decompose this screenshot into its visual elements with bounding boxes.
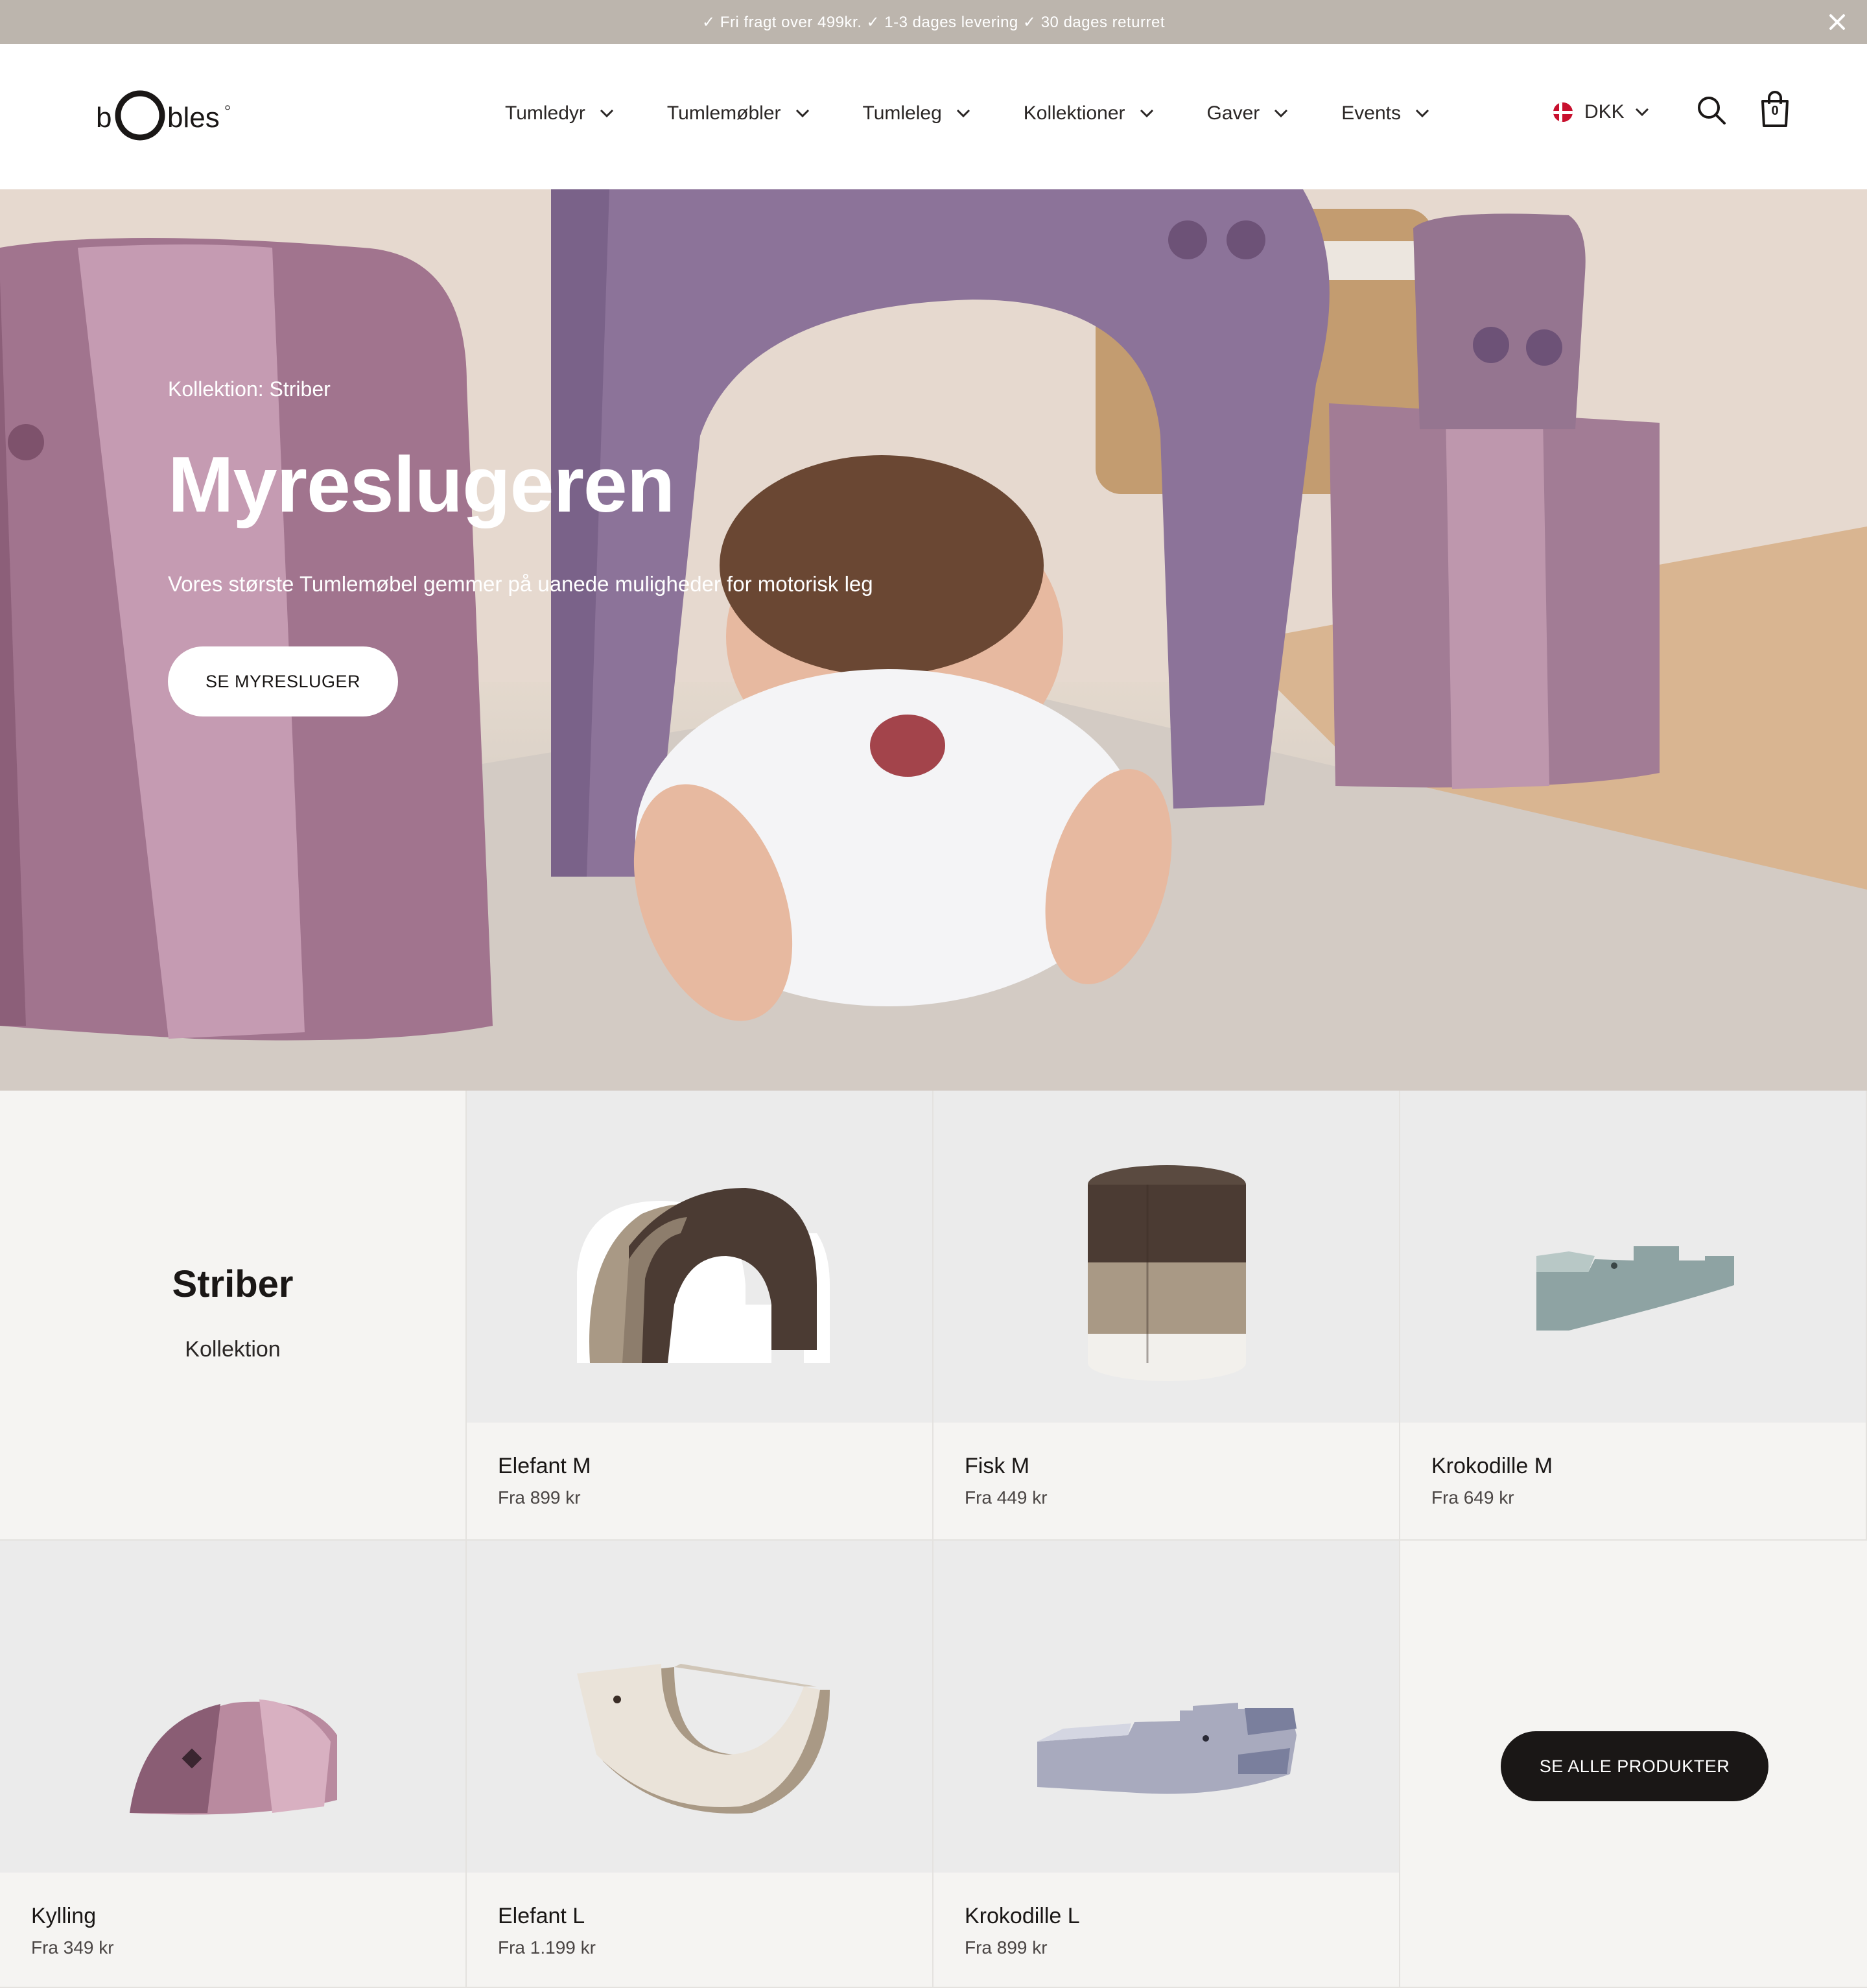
cart-button[interactable]: 0 — [1758, 89, 1792, 130]
nav-label: Kollektioner — [1023, 102, 1125, 124]
chevron-down-icon — [1415, 109, 1429, 118]
svg-text:bles: bles — [167, 102, 220, 134]
currency-selector[interactable]: DKK — [1553, 101, 1649, 123]
denmark-flag-icon — [1553, 102, 1573, 122]
crocodile-toy-image — [1536, 1246, 1734, 1331]
collection-card: Striber Kollektion — [0, 1091, 467, 1541]
svg-text:b: b — [96, 102, 112, 134]
elephant-toy-image — [577, 1188, 830, 1363]
nav-item-tumleleg[interactable]: Tumleleg — [863, 102, 970, 124]
product-image[interactable] — [934, 1091, 1399, 1423]
chevron-down-icon — [1635, 108, 1649, 117]
product-price: Fra 349 kr — [31, 1937, 114, 1958]
see-all-products-button[interactable]: SE ALLE PRODUKTER — [1501, 1731, 1768, 1801]
product-image[interactable] — [467, 1541, 932, 1873]
nav-label: Gaver — [1206, 102, 1260, 124]
nav-item-tumlemobler[interactable]: Tumlemøbler — [667, 102, 810, 124]
nav-label: Tumleleg — [862, 102, 942, 124]
product-grid: Striber Kollektion Elefant M Fra 899 kr — [0, 1091, 1867, 1988]
product-price: Fra 899 kr — [498, 1487, 581, 1508]
product-card[interactable]: Elefant M Fra 899 kr — [467, 1091, 934, 1541]
search-icon[interactable] — [1695, 93, 1728, 127]
product-card[interactable]: Krokodille M Fra 649 kr — [1400, 1091, 1867, 1541]
crocodile-large-toy-image — [1037, 1703, 1297, 1794]
hero-eyebrow: Kollektion: Striber — [168, 377, 331, 401]
product-name[interactable]: Fisk M — [965, 1454, 1029, 1479]
product-price: Fra 899 kr — [965, 1937, 1048, 1958]
nav-label: Events — [1341, 102, 1401, 124]
product-name[interactable]: Elefant L — [498, 1904, 585, 1929]
product-name[interactable]: Elefant M — [498, 1454, 591, 1479]
logo[interactable]: b bles — [96, 82, 232, 147]
chicken-toy-image — [130, 1699, 337, 1815]
product-card[interactable]: Krokodille L Fra 899 kr — [934, 1541, 1400, 1988]
main-nav: Tumledyr Tumlemøbler Tumleleg Kollektion… — [505, 102, 1483, 124]
nav-label: Tumledyr — [505, 102, 585, 124]
product-price: Fra 1.199 kr — [498, 1937, 596, 1958]
product-card[interactable]: Kylling Fra 349 kr — [0, 1541, 467, 1988]
hero-title: Myreslugeren — [168, 440, 675, 528]
nav-label: Tumlemøbler — [666, 102, 781, 124]
hero-banner: Kollektion: Striber Myreslugeren Vores s… — [0, 189, 1867, 1091]
product-name[interactable]: Kylling — [31, 1904, 96, 1929]
nav-item-gaver[interactable]: Gaver — [1207, 102, 1289, 124]
chevron-down-icon — [795, 109, 809, 118]
product-card[interactable]: Fisk M Fra 449 kr — [934, 1091, 1400, 1541]
chevron-down-icon — [1274, 109, 1288, 118]
elephant-rocker-toy-image — [577, 1664, 830, 1814]
currency-label: DKK — [1584, 101, 1625, 123]
nav-item-kollektioner[interactable]: Kollektioner — [1024, 102, 1154, 124]
product-image[interactable] — [467, 1091, 932, 1423]
product-image[interactable] — [934, 1541, 1399, 1873]
hero-image — [0, 189, 1867, 1091]
announcement-bar: ✓ Fri fragt over 499kr. ✓ 1-3 dages leve… — [0, 0, 1867, 44]
site-header: b bles Tumledyr Tumlemøbler Tumleleg Kol… — [0, 44, 1867, 189]
hero-subtitle: Vores største Tumlemøbel gemmer på uaned… — [168, 572, 873, 596]
chevron-down-icon — [956, 109, 970, 118]
hero-cta-button[interactable]: SE MYRESLUGER — [168, 646, 398, 716]
nav-item-events[interactable]: Events — [1341, 102, 1429, 124]
collection-subtitle: Kollektion — [185, 1337, 281, 1362]
chevron-down-icon — [600, 109, 613, 118]
product-price: Fra 649 kr — [1431, 1487, 1514, 1508]
product-name[interactable]: Krokodille M — [1431, 1454, 1553, 1479]
product-image[interactable] — [0, 1541, 465, 1873]
nav-item-tumledyr[interactable]: Tumledyr — [505, 102, 614, 124]
product-price: Fra 449 kr — [965, 1487, 1048, 1508]
product-name[interactable]: Krokodille L — [965, 1904, 1080, 1929]
cart-count: 0 — [1771, 104, 1779, 118]
product-image[interactable] — [1400, 1091, 1866, 1423]
chevron-down-icon — [1140, 109, 1153, 118]
collection-title: Striber — [172, 1263, 294, 1305]
fish-toy-image — [1088, 1165, 1246, 1381]
announcement-text: ✓ Fri fragt over 499kr. ✓ 1-3 dages leve… — [702, 13, 1165, 31]
close-icon[interactable] — [1824, 9, 1850, 35]
product-card[interactable]: Elefant L Fra 1.199 kr — [467, 1541, 934, 1988]
